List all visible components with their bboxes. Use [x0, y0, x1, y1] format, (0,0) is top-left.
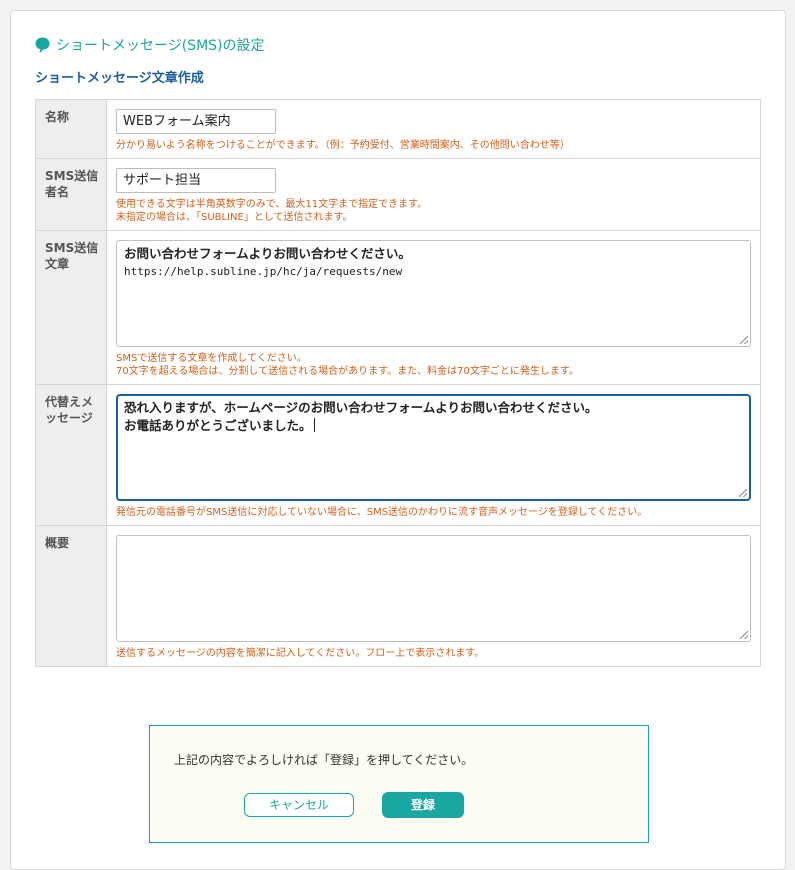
sms-text-hint-line-1: SMSで送信する文章を作成してください。 [116, 353, 307, 364]
summary-label: 概要 [35, 525, 107, 667]
name-cell: WEBフォーム案内 分かり易いよう名称をつけることができます。（例：予約受付、営… [106, 99, 761, 159]
sms-text-cell: お問い合わせフォームよりお問い合わせください。 https://help.sub… [106, 230, 761, 385]
section-title: ショートメッセージ文章作成 [35, 71, 204, 86]
sms-text-label: SMS送信文章 [35, 230, 107, 385]
alt-message-line-2: お電話ありがとうございました。 [124, 418, 312, 433]
name-label: 名称 [35, 99, 107, 159]
sender-cell: サポート担当 使用できる文字は半角英数字のみで、最大11文字まで指定できます。 … [106, 158, 761, 231]
alt-message-textarea[interactable]: 恐れ入りますが、ホームページのお問い合わせフォームよりお問い合わせください。 お… [116, 394, 751, 501]
form-row-name: 名称 WEBフォーム案内 分かり易いよう名称をつけることができます。（例：予約受… [35, 99, 761, 159]
summary-hint: 送信するメッセージの内容を簡潔に記入してください。フロー上で表示されます。 [116, 648, 485, 659]
alt-message-label: 代替えメッセージ [35, 384, 107, 526]
sms-text-line-2: https://help.subline.jp/hc/ja/requests/n… [124, 265, 403, 278]
settings-panel: ショートメッセージ(SMS)の設定 ショートメッセージ文章作成 名称 WEBフォ… [10, 10, 786, 870]
sms-text-line-1: お問い合わせフォームよりお問い合わせください。 [124, 246, 411, 261]
sender-hint-line-1: 使用できる文字は半角英数字のみで、最大11文字まで指定できます。 [116, 199, 428, 210]
alt-message-line-1: 恐れ入りますが、ホームページのお問い合わせフォームよりお問い合わせください。 [124, 400, 598, 415]
page-title-text: ショートメッセージ(SMS)の設定 [56, 38, 265, 54]
cancel-button[interactable]: キャンセル [244, 793, 354, 817]
text-caret [313, 418, 315, 432]
confirm-box: 上記の内容でよろしければ「登録」を押してください。 キャンセル 登録 [149, 725, 649, 843]
alt-message-hint: 発信元の電話番号がSMS送信に対応していない場合に、SMS送信のかわりに流す音声… [116, 507, 648, 518]
sender-hint: 使用できる文字は半角英数字のみで、最大11文字まで指定できます。 未指定の場合は… [116, 198, 751, 224]
summary-textarea[interactable] [116, 535, 751, 642]
confirm-text: 上記の内容でよろしければ「登録」を押してください。 [174, 753, 474, 767]
resize-grip-icon[interactable] [740, 631, 748, 639]
summary-cell: 送信するメッセージの内容を簡潔に記入してください。フロー上で表示されます。 [106, 525, 761, 667]
form-row-summary: 概要 送信するメッセージの内容を簡潔に記入してください。フロー上で表示されます。 [35, 525, 761, 667]
sender-hint-line-2: 未指定の場合は、「SUBLINE」として送信されます。 [116, 212, 353, 223]
resize-grip-icon[interactable] [739, 489, 747, 497]
sms-text-textarea[interactable]: お問い合わせフォームよりお問い合わせください。 https://help.sub… [116, 240, 751, 347]
sender-name-input[interactable]: サポート担当 [116, 168, 276, 193]
form-row-alt-message: 代替えメッセージ 恐れ入りますが、ホームページのお問い合わせフォームよりお問い合… [35, 384, 761, 526]
sms-text-hint: SMSで送信する文章を作成してください。 70文字を超える場合は、分割して送信さ… [116, 352, 751, 378]
name-hint: 分かり易いよう名称をつけることができます。（例：予約受付、営業時間案内、その他問… [116, 140, 570, 151]
sms-text-hint-line-2: 70文字を超える場合は、分割して送信される場合があります。また、料金は70文字ご… [116, 366, 579, 377]
resize-grip-icon[interactable] [740, 336, 748, 344]
sms-form: 名称 WEBフォーム案内 分かり易いよう名称をつけることができます。（例：予約受… [35, 99, 761, 667]
alt-message-line-2-wrap: お電話ありがとうございました。 [124, 417, 743, 435]
name-input[interactable]: WEBフォーム案内 [116, 109, 276, 134]
speech-bubble-icon [35, 37, 50, 53]
form-row-sender: SMS送信者名 サポート担当 使用できる文字は半角英数字のみで、最大11文字まで… [35, 158, 761, 231]
sender-label: SMS送信者名 [35, 158, 107, 231]
page-title: ショートメッセージ(SMS)の設定 [35, 35, 265, 55]
alt-message-cell: 恐れ入りますが、ホームページのお問い合わせフォームよりお問い合わせください。 お… [106, 384, 761, 526]
register-button[interactable]: 登録 [382, 792, 464, 818]
form-row-sms-text: SMS送信文章 お問い合わせフォームよりお問い合わせください。 https://… [35, 230, 761, 385]
